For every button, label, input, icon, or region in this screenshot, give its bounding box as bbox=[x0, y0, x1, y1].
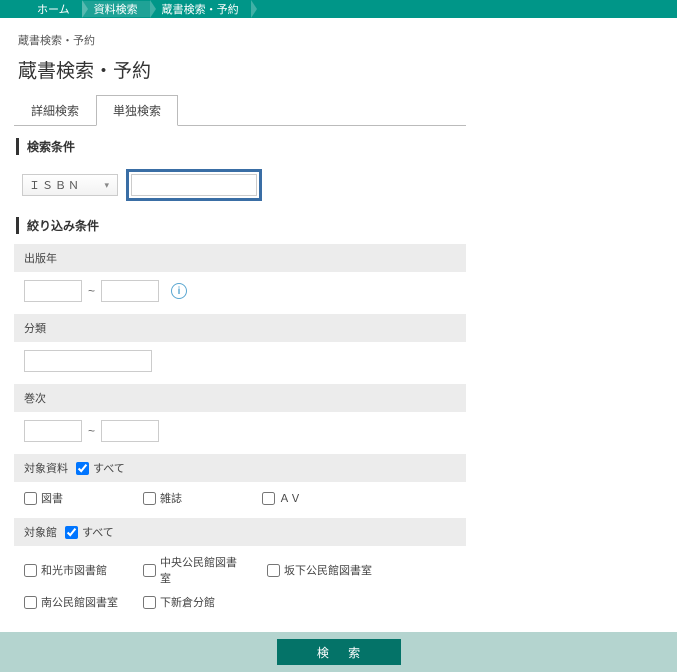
material-all-label: すべて bbox=[93, 460, 125, 476]
search-input[interactable] bbox=[131, 174, 257, 196]
breadcrumb-home[interactable]: ホーム bbox=[25, 1, 82, 17]
search-button[interactable]: 検 索 bbox=[277, 639, 401, 665]
material-all-checkbox[interactable] bbox=[76, 462, 89, 475]
mini-title: 蔵書検索・予約 bbox=[18, 32, 663, 48]
page-title: 蔵書検索・予約 bbox=[18, 56, 663, 83]
search-field-select[interactable]: ＩＳＢＮ bbox=[22, 174, 118, 196]
tabs: 詳細検索 単独検索 bbox=[14, 95, 466, 126]
breadcrumb: ホーム 資料検索 蔵書検索・予約 bbox=[0, 0, 677, 18]
material-options: 図書 雑誌 ＡＶ bbox=[14, 482, 466, 514]
pubyear-from-input[interactable] bbox=[24, 280, 82, 302]
section-filters: 絞り込み条件 bbox=[16, 217, 466, 234]
filter-classification-head: 分類 bbox=[14, 314, 466, 342]
library-2-checkbox[interactable] bbox=[267, 564, 280, 577]
library-0-label: 和光市図書館 bbox=[41, 562, 107, 578]
tilde: ~ bbox=[86, 424, 97, 438]
filter-library-head: 対象館 すべて bbox=[14, 518, 466, 546]
footer: 検 索 bbox=[0, 632, 677, 672]
library-4-checkbox[interactable] bbox=[143, 596, 156, 609]
volume-to-input[interactable] bbox=[101, 420, 159, 442]
library-3-label: 南公民館図書室 bbox=[41, 594, 118, 610]
material-magazine-checkbox[interactable] bbox=[143, 492, 156, 505]
search-field-value: ＩＳＢＮ bbox=[29, 177, 81, 193]
material-av-label: ＡＶ bbox=[279, 490, 301, 506]
library-1-checkbox[interactable] bbox=[143, 564, 156, 577]
search-input-highlight bbox=[126, 169, 262, 201]
material-book-checkbox[interactable] bbox=[24, 492, 37, 505]
library-all-checkbox[interactable] bbox=[65, 526, 78, 539]
material-magazine-label: 雑誌 bbox=[160, 490, 182, 506]
breadcrumb-catalog[interactable]: 蔵書検索・予約 bbox=[150, 1, 251, 17]
library-4-label: 下新倉分館 bbox=[160, 594, 215, 610]
library-0-checkbox[interactable] bbox=[24, 564, 37, 577]
filter-library-label: 対象館 bbox=[24, 524, 57, 540]
material-book-label: 図書 bbox=[41, 490, 63, 506]
filter-material-head: 対象資料 すべて bbox=[14, 454, 466, 482]
library-options: 和光市図書館 中央公民館図書室 坂下公民館図書室 南公民館図書室 下新倉分館 bbox=[14, 546, 466, 618]
tilde: ~ bbox=[86, 284, 97, 298]
tab-detail[interactable]: 詳細検索 bbox=[14, 95, 96, 125]
tab-single[interactable]: 単独検索 bbox=[96, 95, 178, 126]
volume-from-input[interactable] bbox=[24, 420, 82, 442]
classification-input[interactable] bbox=[24, 350, 152, 372]
library-3-checkbox[interactable] bbox=[24, 596, 37, 609]
section-conditions: 検索条件 bbox=[16, 138, 466, 155]
library-2-label: 坂下公民館図書室 bbox=[284, 562, 372, 578]
breadcrumb-search[interactable]: 資料検索 bbox=[82, 1, 150, 17]
material-av-checkbox[interactable] bbox=[262, 492, 275, 505]
filter-pubyear-head: 出版年 bbox=[14, 244, 466, 272]
info-icon[interactable]: i bbox=[171, 283, 187, 299]
library-1-label: 中央公民館図書室 bbox=[160, 554, 243, 586]
filter-material-label: 対象資料 bbox=[24, 460, 68, 476]
pubyear-to-input[interactable] bbox=[101, 280, 159, 302]
filter-volume-head: 巻次 bbox=[14, 384, 466, 412]
library-all-label: すべて bbox=[82, 524, 114, 540]
